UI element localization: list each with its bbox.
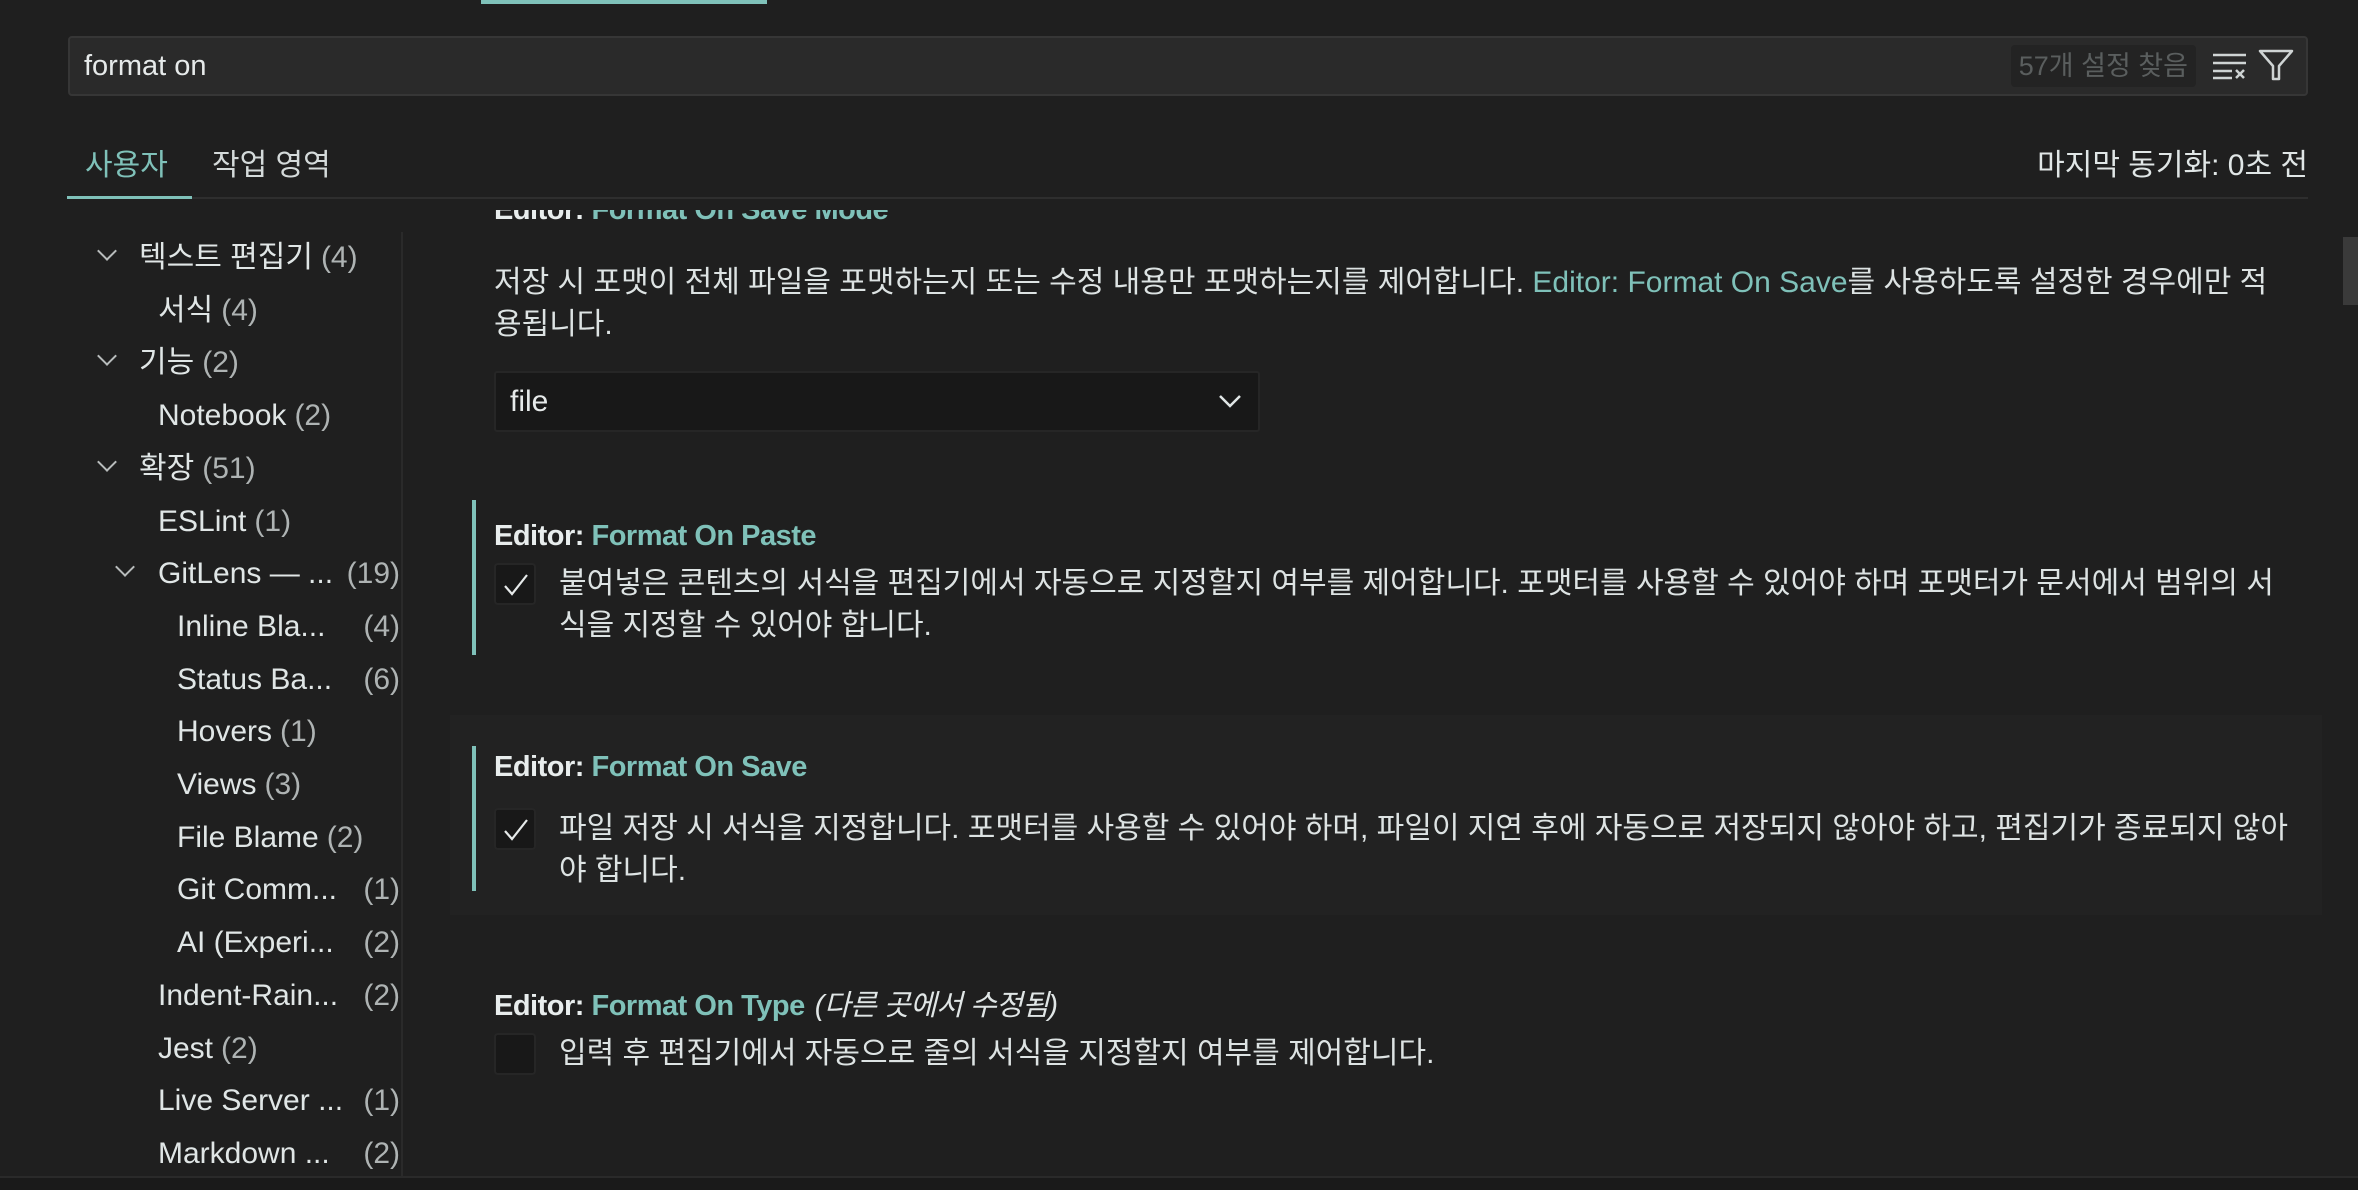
toc-item-count: (2) — [294, 399, 332, 433]
toc-item-count: (2) — [363, 926, 400, 960]
settings-search-box[interactable]: 57개 설정 찾음 — [68, 36, 2308, 96]
result-count-badge: 57개 설정 찾음 — [2010, 45, 2196, 87]
toc-item-label: AI (Experi... — [177, 926, 334, 960]
toc-item-label: Notebook — [158, 399, 287, 433]
modified-indicator — [472, 500, 476, 655]
toc-item-label: Inline Bla... — [177, 609, 326, 643]
toc-item[interactable]: Status Ba... (6) — [177, 654, 400, 706]
setting-format-on-paste: Editor: Format On Paste 붙여넣은 콘텐츠의 서식을 편집… — [472, 500, 2322, 655]
toc-item[interactable]: GitLens — ... (19) — [158, 548, 400, 600]
toc-item-count: (2) — [363, 1136, 400, 1170]
format-on-type-checkbox[interactable] — [494, 1033, 536, 1075]
chevron-down-icon[interactable] — [97, 241, 117, 261]
toc-item-label: Hovers — [177, 715, 273, 749]
toc-item[interactable]: File Blame (2) — [177, 812, 363, 864]
toc-item-label: Indent-Rain... — [158, 978, 339, 1012]
toc-item-label: Live Server ... — [158, 1084, 344, 1118]
toc-item-label: File Blame — [177, 820, 319, 854]
modified-elsewhere-note[interactable]: (다른 곳에서 수정됨) — [815, 990, 1058, 1022]
setting-title: Editor: Format On Save — [494, 751, 807, 783]
toc-item-count: (3) — [264, 768, 302, 801]
setting-link[interactable]: Editor: Format On Save — [1532, 266, 1847, 299]
toc-item-label: 서식 — [158, 293, 214, 327]
chevron-down-icon[interactable] — [97, 346, 117, 367]
search-input[interactable] — [84, 46, 1984, 86]
toc-item-count: (51) — [202, 451, 256, 485]
format-on-paste-checkbox[interactable] — [494, 563, 536, 605]
toc-item-label: Views — [177, 768, 257, 801]
format-on-save-checkbox[interactable] — [494, 808, 536, 850]
toc-item[interactable]: Inline Bla... (4) — [177, 601, 400, 653]
toc-item-count: (2) — [202, 346, 239, 380]
setting-description: 파일 저장 시 서식을 지정합니다. 포맷터를 사용할 수 있어야 하며, 파일… — [559, 812, 2288, 887]
toc-item[interactable]: 서식 (4) — [158, 285, 258, 337]
scrollbar-thumb[interactable] — [2343, 237, 2358, 305]
setting-title: Editor: Format On Save Mode — [494, 210, 889, 226]
toc-item[interactable]: 텍스트 편집기 (4) — [139, 232, 358, 284]
toc-item-label: Git Comm... — [177, 873, 338, 907]
chevron-down-icon — [1219, 395, 1241, 408]
toc-item[interactable]: 기능 (2) — [139, 337, 239, 389]
setting-description: 붙여넣은 콘텐츠의 서식을 편집기에서 자동으로 지정할지 여부를 제어합니다.… — [559, 567, 2274, 642]
toc-item-count: (1) — [254, 504, 292, 538]
toc-item-count: (4) — [363, 609, 400, 643]
toc-item[interactable]: Notebook (2) — [158, 390, 331, 442]
toc-item-label: ESLint — [158, 504, 247, 538]
toc-item[interactable]: Live Server ... (1) — [158, 1075, 400, 1127]
setting-title: Editor: Format On Paste — [494, 520, 817, 552]
toc-item-label: GitLens — ... — [158, 557, 334, 591]
toc-item-count: (1) — [363, 873, 400, 907]
check-icon — [504, 574, 528, 596]
toc-item-count: (4) — [320, 241, 358, 274]
toc-item-count: (2) — [221, 1031, 258, 1065]
settings-scope-tabs: 사용자 작업 영역 마지막 동기화: 0초 전 — [67, 130, 2308, 199]
toc-item-label: 확장 — [139, 451, 195, 485]
toc-item-label: Jest — [158, 1031, 214, 1065]
settings-table-of-contents: 텍스트 편집기 (4) 서식 (4) 기능 (2) Notebook (2) 확장 (51) ESL… — [0, 232, 403, 1176]
panel-border — [0, 1176, 2358, 1190]
toc-item-count: (4) — [221, 293, 258, 327]
chevron-down-icon[interactable] — [97, 451, 117, 472]
tab-workspace[interactable]: 작업 영역 — [212, 140, 331, 184]
toc-item-count: (19) — [346, 557, 400, 591]
toc-item-count: (6) — [363, 662, 400, 696]
chevron-down-icon[interactable] — [115, 557, 135, 578]
toc-item-count: (2) — [363, 978, 400, 1012]
toc-item-count: (1) — [280, 715, 317, 749]
tab-user[interactable]: 사용자 — [85, 140, 168, 184]
toc-item[interactable]: AI (Experi... (2) — [177, 917, 400, 969]
toc-item-label: 텍스트 편집기 — [139, 241, 313, 274]
setting-format-on-type: Editor: Format On Type (다른 곳에서 수정됨) 입력 후 … — [472, 970, 2322, 1110]
modified-indicator — [472, 746, 476, 891]
setting-description: 저장 시 포맷이 전체 파일을 포맷하는지 또는 수정 내용만 포맷하는지를 제… — [494, 266, 2268, 341]
toc-item[interactable]: Hovers (1) — [177, 706, 317, 758]
toc-item-label: Markdown ... — [158, 1136, 330, 1170]
settings-list: Editor: Format On Save Mode 저장 시 포맷이 전체 … — [405, 210, 2343, 1176]
active-tab-underline — [67, 196, 192, 199]
setting-title: Editor: Format On Type (다른 곳에서 수정됨) — [494, 990, 1058, 1022]
toc-item[interactable]: 확장 (51) — [139, 443, 256, 495]
toc-item-label: Status Ba... — [177, 662, 333, 696]
toc-item[interactable]: Jest (2) — [158, 1023, 258, 1075]
toc-item[interactable]: Views (3) — [177, 759, 301, 811]
setting-format-on-save-mode: Editor: Format On Save Mode 저장 시 포맷이 전체 … — [472, 210, 2322, 460]
setting-description: 입력 후 편집기에서 자동으로 줄의 서식을 지정할지 여부를 제어합니다. — [559, 1037, 1435, 1070]
toc-item[interactable]: Indent-Rain... (2) — [158, 970, 400, 1022]
check-icon — [504, 819, 528, 841]
toc-item-label: 기능 — [139, 346, 195, 380]
setting-format-on-save: Editor: Format On Save 파일 저장 시 서식을 지정합니다… — [450, 715, 2322, 915]
clear-filter-icon[interactable] — [2212, 50, 2248, 82]
format-on-save-mode-select[interactable]: file — [494, 371, 1260, 432]
toc-item[interactable]: Git Comm... (1) — [177, 864, 400, 916]
toc-item-count: (2) — [326, 820, 364, 854]
toc-item-count: (1) — [363, 1084, 400, 1118]
sync-status: 마지막 동기화: 0초 전 — [2037, 149, 2308, 182]
toc-item[interactable]: ESLint (1) — [158, 496, 291, 548]
active-editor-tab-indicator — [481, 0, 767, 4]
toc-item[interactable]: Markdown ... (2) — [158, 1128, 400, 1176]
filter-icon[interactable] — [2258, 48, 2294, 82]
